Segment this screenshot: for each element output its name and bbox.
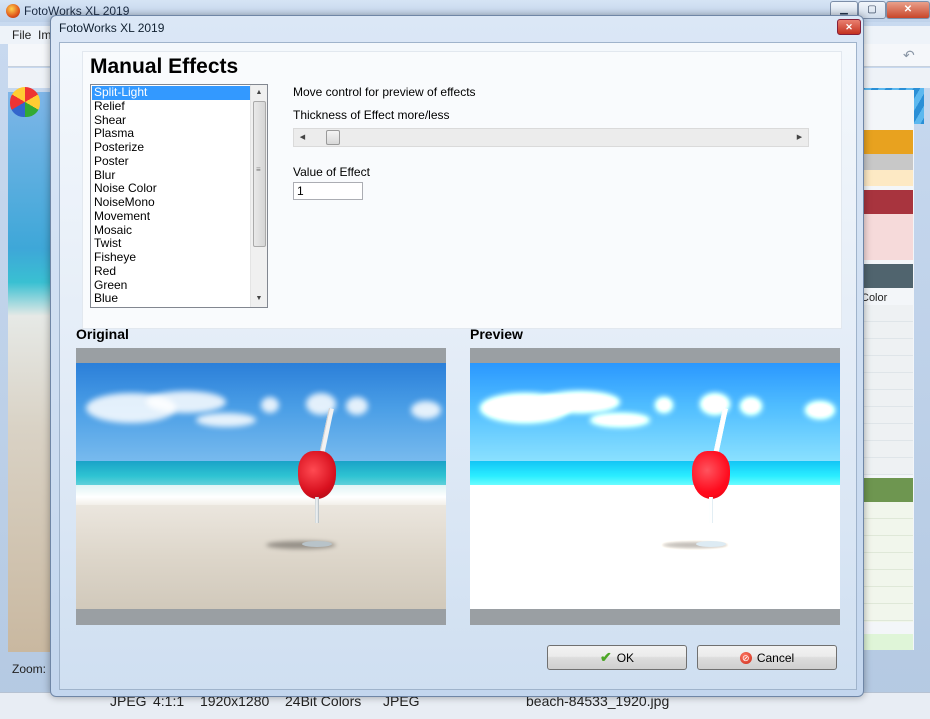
right-panel-list	[858, 305, 913, 475]
manual-effects-dialog: FotoWorks XL 2019 ✕ Manual Effects Split…	[50, 15, 864, 697]
list-item[interactable]: Relief	[92, 99, 250, 114]
cancel-button-label: Cancel	[756, 650, 795, 665]
preview-image	[470, 363, 840, 609]
scrollbar-thumb[interactable]: ≡	[253, 101, 266, 247]
value-label: Value of Effect	[293, 165, 370, 179]
undo-icon[interactable]: ↶	[903, 47, 915, 64]
effects-listbox[interactable]: Split-Light Relief Shear Plasma Posterize Pos…	[90, 84, 268, 308]
right-panel-list	[858, 502, 913, 622]
dialog-title: FotoWorks XL 2019	[59, 21, 165, 35]
preview-image-frame	[470, 348, 840, 625]
app-icon	[6, 4, 20, 18]
main-close-button[interactable]: ✕	[886, 1, 930, 19]
thickness-slider[interactable]: ◀ ▶	[293, 128, 809, 147]
list-item[interactable]: NoiseMono	[92, 195, 250, 210]
list-item[interactable]: Noise Color	[92, 182, 250, 196]
right-panel-orange-header	[858, 130, 913, 154]
right-panel-row	[858, 154, 913, 170]
list-item[interactable]: Twist	[92, 237, 250, 251]
menu-file[interactable]: File	[12, 28, 31, 42]
checkmark-icon: ✔	[599, 649, 612, 665]
original-image	[76, 363, 446, 609]
list-item[interactable]: Poster	[92, 154, 250, 169]
right-panel-row	[858, 170, 913, 186]
ok-button[interactable]: ✔ OK	[547, 645, 687, 670]
list-item[interactable]: Blur	[92, 168, 250, 183]
list-item[interactable]: Fisheye	[92, 250, 250, 265]
effects-list-scrollbar[interactable]: ▲ ≡ ▼	[250, 85, 267, 307]
right-panel-row	[858, 214, 913, 260]
background-photo-strip	[8, 92, 52, 652]
value-of-effect-input[interactable]	[293, 182, 363, 200]
right-panel-color-label: Color	[861, 292, 888, 304]
scroll-up-icon[interactable]: ▲	[251, 85, 267, 101]
list-item[interactable]: Plasma	[92, 127, 250, 141]
cancel-button[interactable]: ⊘ Cancel	[697, 645, 837, 670]
list-item[interactable]: Posterize	[92, 140, 250, 155]
original-label: Original	[76, 326, 129, 342]
move-control-label: Move control for preview of effects	[293, 85, 476, 99]
preview-label: Preview	[470, 326, 523, 342]
scroll-right-icon[interactable]: ▶	[791, 129, 808, 146]
dialog-client-area: Manual Effects Split-Light Relief Shear Pla…	[59, 42, 857, 690]
thickness-label: Thickness of Effect more/less	[293, 108, 450, 122]
scroll-left-icon[interactable]: ◀	[294, 129, 311, 146]
ok-button-label: OK	[616, 650, 635, 665]
list-item[interactable]: Movement	[92, 209, 250, 224]
right-panel-maroon-header	[858, 190, 913, 214]
list-item[interactable]: Split-Light	[92, 85, 250, 100]
original-image-frame	[76, 348, 446, 625]
grip-icon: ≡	[256, 165, 261, 174]
cancel-icon: ⊘	[739, 651, 752, 664]
right-panel-row	[858, 634, 913, 650]
page-title: Manual Effects	[90, 55, 239, 78]
effects-list-items: Split-Light Relief Shear Plasma Posterize Pos…	[92, 85, 250, 306]
right-panel-slate-header	[858, 264, 913, 288]
list-item[interactable]: Blue	[92, 292, 250, 306]
list-item[interactable]: Red	[92, 264, 250, 279]
balloon-logo-icon	[10, 87, 40, 117]
thickness-slider-thumb[interactable]	[325, 130, 340, 145]
scroll-down-icon[interactable]: ▼	[251, 291, 267, 307]
list-item[interactable]: Shear	[92, 113, 250, 128]
right-panel-green-header	[858, 478, 913, 502]
list-item[interactable]: Green	[92, 278, 250, 293]
list-item[interactable]: Mosaic	[92, 223, 250, 238]
dialog-close-button[interactable]: ✕	[837, 19, 861, 35]
